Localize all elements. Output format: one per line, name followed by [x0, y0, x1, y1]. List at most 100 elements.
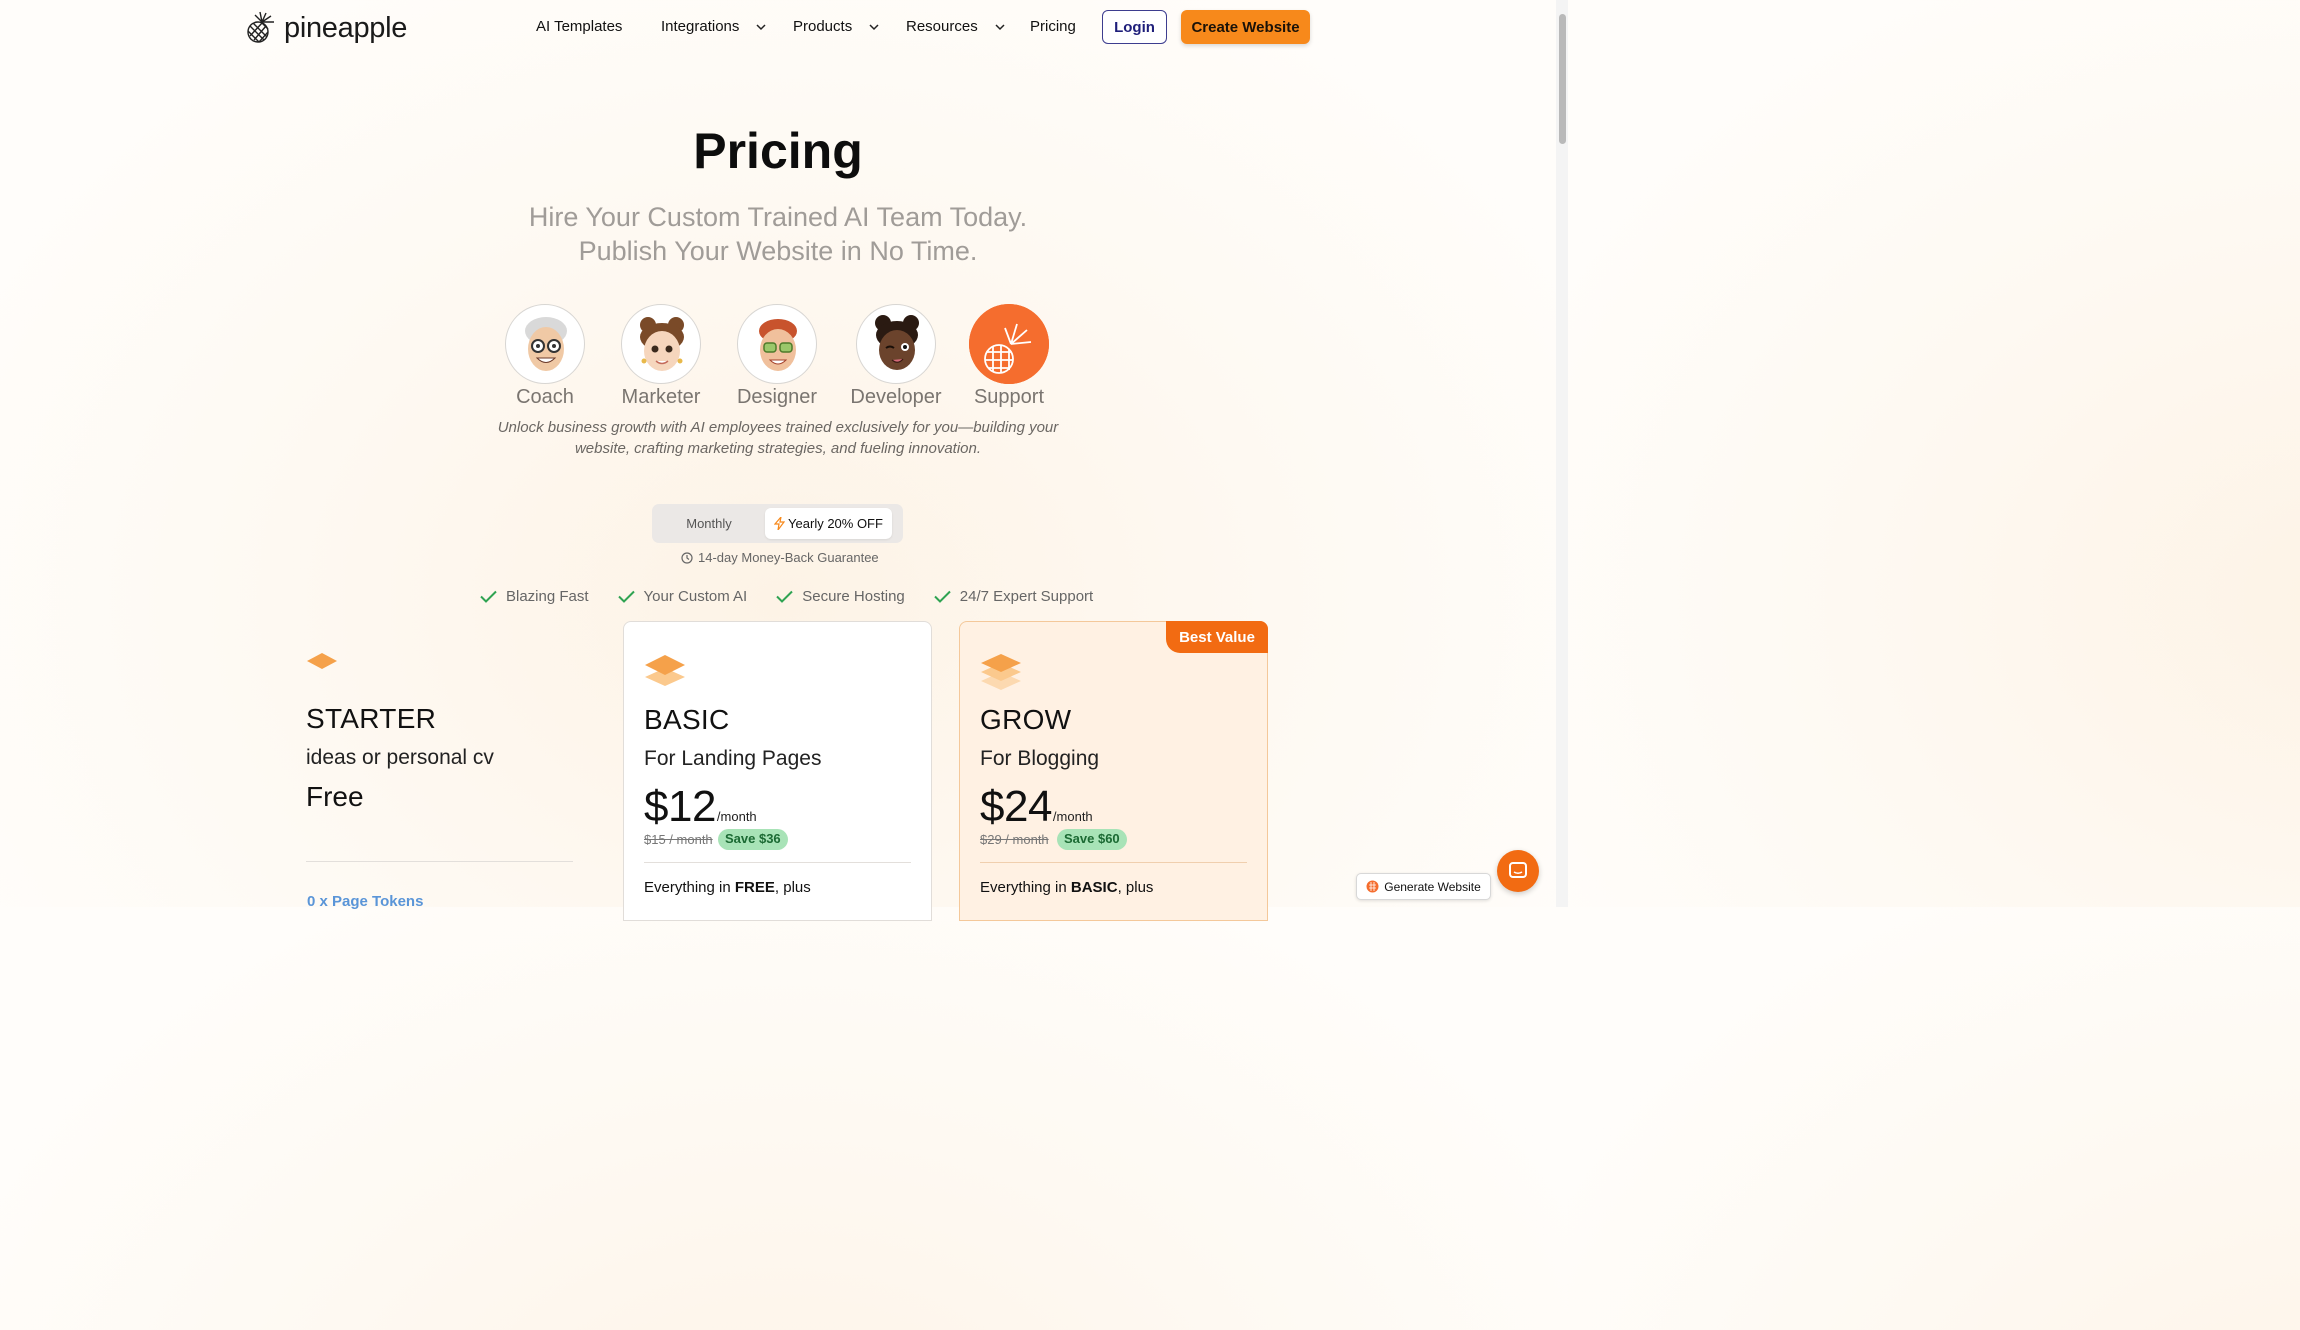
- stack-icon: [981, 654, 1021, 690]
- nav-integrations[interactable]: Integrations: [661, 18, 767, 35]
- team-label: Designer: [736, 386, 818, 408]
- check-icon: [617, 590, 635, 603]
- team-description: Unlock business growth with AI employees…: [0, 417, 1556, 459]
- divider: [306, 861, 573, 862]
- original-price: $15 / month: [644, 832, 713, 847]
- plan-name: STARTER: [306, 703, 437, 734]
- login-button[interactable]: Login: [1102, 10, 1167, 44]
- plan-description: For Blogging: [980, 747, 1100, 770]
- scrollbar-thumb[interactable]: [1559, 14, 1566, 144]
- description-line-1: Unlock business growth with AI employees…: [497, 419, 1059, 436]
- logo-text: pineapple: [284, 12, 408, 44]
- includes-suffix: , plus: [1117, 879, 1154, 896]
- nav-resources[interactable]: Resources: [906, 18, 1006, 35]
- generate-website-button[interactable]: Generate Website: [1356, 873, 1491, 900]
- plan-card-grow: Best Value GROW For Blogging $24 /month …: [959, 621, 1268, 921]
- plan-price: $24 /month: [980, 782, 1093, 832]
- price-period: /month: [1052, 809, 1093, 824]
- chevron-down-icon: [995, 23, 1005, 30]
- feature-label: Blazing Fast: [506, 588, 589, 605]
- savings-badge: Save $60: [1057, 829, 1127, 850]
- pineapple-icon: [1366, 880, 1379, 893]
- developer-avatar: [856, 304, 936, 384]
- nav-ai-templates-label: AI Templates: [536, 18, 623, 35]
- team-member-coach: Coach: [495, 304, 595, 409]
- best-value-badge: Best Value: [1166, 621, 1268, 653]
- coach-avatar: [505, 304, 585, 384]
- plan-name: BASIC: [644, 704, 730, 735]
- feature-label: 24/7 Expert Support: [959, 588, 1094, 605]
- includes-text: Everything in FREE, plus: [644, 879, 811, 896]
- team-label: Support: [973, 386, 1045, 408]
- nav-pricing[interactable]: Pricing: [1030, 18, 1076, 35]
- original-price: $29 / month: [980, 832, 1049, 847]
- feature-list: Blazing Fast Your Custom AI Secure Hosti…: [480, 588, 1122, 605]
- support-avatar: [969, 304, 1049, 384]
- team-label: Marketer: [621, 386, 701, 408]
- team-member-developer: Developer: [846, 304, 946, 409]
- team-member-support: Support: [959, 304, 1059, 409]
- pineapple-logo-icon: [246, 10, 278, 49]
- page-subtitle: Hire Your Custom Trained AI Team Today. …: [0, 200, 1556, 268]
- page-tokens-link[interactable]: 0 x Page Tokens: [307, 893, 423, 910]
- price-period: /month: [716, 809, 757, 824]
- nav-ai-templates[interactable]: AI Templates: [536, 18, 622, 35]
- nav-integrations-label: Integrations: [661, 18, 740, 35]
- price-amount: $12: [644, 782, 716, 831]
- clock-icon: [681, 551, 693, 564]
- chevron-down-icon: [756, 23, 766, 30]
- marketer-avatar: [621, 304, 701, 384]
- monthly-option[interactable]: Monthly: [652, 504, 766, 543]
- yearly-option-label: Yearly 20% OFF: [788, 516, 883, 531]
- feature-item: 24/7 Expert Support: [934, 588, 1093, 605]
- guarantee-text: 14-day Money-Back Guarantee: [698, 550, 879, 565]
- logo[interactable]: pineapple: [246, 10, 407, 49]
- includes-prefix: Everything in: [644, 879, 735, 896]
- check-icon: [480, 590, 497, 603]
- billing-toggle: Monthly Yearly 20% OFF: [652, 504, 903, 543]
- check-icon: [934, 590, 951, 603]
- feature-label: Secure Hosting: [802, 588, 905, 605]
- nav-pricing-label: Pricing: [1030, 18, 1076, 35]
- check-icon: [776, 590, 793, 603]
- page-title: Pricing: [693, 123, 863, 179]
- team-label: Coach: [516, 386, 574, 408]
- yearly-option[interactable]: Yearly 20% OFF: [765, 508, 892, 539]
- feature-item: Blazing Fast: [480, 588, 589, 605]
- includes-plan: BASIC: [1070, 879, 1118, 896]
- includes-suffix: , plus: [774, 879, 811, 896]
- feature-item: Your Custom AI: [617, 588, 748, 605]
- lightning-icon: [774, 517, 786, 530]
- divider: [644, 862, 911, 863]
- plan-name: GROW: [980, 704, 1072, 735]
- chevron-down-icon: [869, 23, 879, 30]
- feature-item: Secure Hosting: [776, 588, 905, 605]
- team-label: Developer: [850, 386, 942, 408]
- savings-badge: Save $36: [718, 829, 788, 850]
- plan-description: ideas or personal cv: [306, 746, 494, 769]
- layers-icon: [645, 655, 685, 686]
- subtitle-line-1: Hire Your Custom Trained AI Team Today.: [528, 202, 1028, 232]
- chat-button[interactable]: [1497, 850, 1539, 892]
- scrollbar[interactable]: [1556, 0, 1568, 907]
- plan-card-basic: BASIC For Landing Pages $12 /month $15 /…: [623, 621, 932, 921]
- create-website-button[interactable]: Create Website: [1181, 10, 1310, 44]
- designer-avatar: [737, 304, 817, 384]
- layer-icon: [307, 653, 337, 669]
- nav-products-label: Products: [793, 18, 853, 35]
- team-member-designer: Designer: [727, 304, 827, 409]
- price-amount: $24: [980, 782, 1052, 831]
- feature-label: Your Custom AI: [643, 588, 748, 605]
- divider: [980, 862, 1247, 863]
- generate-website-label: Generate Website: [1384, 879, 1481, 894]
- plan-card-starter: STARTER ideas or personal cv Free 0 x Pa…: [286, 621, 596, 921]
- team-member-marketer: Marketer: [611, 304, 711, 409]
- includes-text: Everything in BASIC, plus: [980, 879, 1153, 896]
- plan-price: Free: [306, 781, 364, 812]
- includes-plan: FREE: [734, 879, 775, 896]
- description-line-2: website, crafting marketing strategies, …: [574, 440, 982, 457]
- subtitle-line-2: Publish Your Website in No Time.: [578, 236, 978, 266]
- nav-resources-label: Resources: [906, 18, 978, 35]
- nav-products[interactable]: Products: [793, 18, 880, 35]
- chat-icon: [1509, 862, 1527, 878]
